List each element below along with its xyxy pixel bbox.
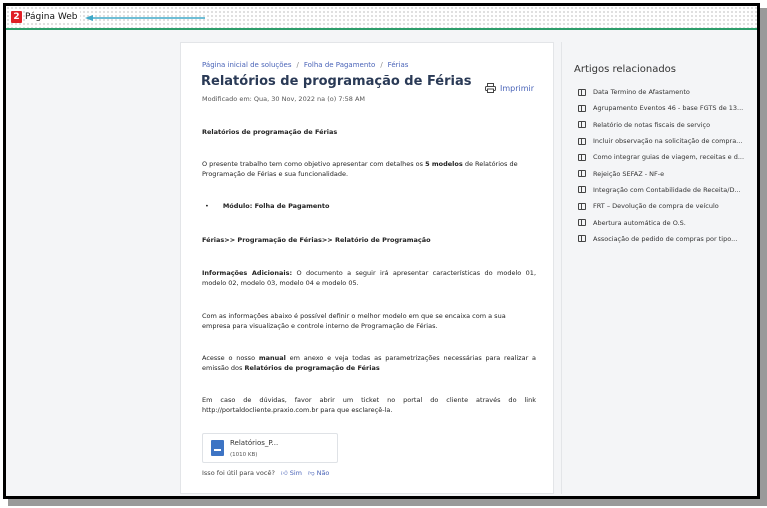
intro-paragraph: O presente trabalho tem como objetivo ap…: [202, 160, 518, 178]
book-icon: [578, 186, 586, 194]
screenshot-frame: 2 Página Web Página inicial de soluções /…: [3, 3, 760, 499]
breadcrumb: Página inicial de soluções / Folha de Paga…: [202, 61, 409, 69]
book-icon: [578, 219, 586, 227]
thumbs-down-icon: 👎︎: [307, 469, 315, 477]
annotation-arrow-icon: [85, 15, 205, 21]
book-icon: [578, 88, 586, 96]
book-icon: [578, 153, 586, 161]
book-icon: [578, 121, 586, 129]
breadcrumb-folha[interactable]: Folha de Pagamento: [304, 61, 375, 69]
book-icon: [578, 104, 586, 112]
related-articles-panel: Artigos relacionados Data Termino de Afa…: [561, 42, 757, 494]
thumbs-up-icon: 👍︎: [280, 469, 288, 477]
book-icon: [578, 202, 586, 210]
breadcrumb-home[interactable]: Página inicial de soluções: [202, 61, 292, 69]
related-item[interactable]: Incluir observação na solicitação de com…: [578, 133, 744, 149]
related-item[interactable]: Abertura automática de O.S.: [578, 214, 744, 230]
related-list: Data Termino de Afastamento Agrupamento …: [578, 84, 744, 247]
screenshot-shadow-right: [760, 8, 767, 506]
breadcrumb-ferias[interactable]: Férias: [388, 61, 409, 69]
attachment-name[interactable]: Relatórios_P...: [230, 439, 278, 447]
section-heading: Relatórios de programação de Férias: [202, 128, 338, 136]
top-bar: 2 Página Web: [6, 6, 757, 30]
menu-path: Férias>> Programação de Férias>> Relatór…: [202, 236, 431, 244]
related-item[interactable]: Relatório de notas fiscais de serviço: [578, 117, 744, 133]
article-panel: Página inicial de soluções / Folha de Paga…: [180, 42, 554, 494]
related-item[interactable]: Rejeição SEFAZ - NF-e: [578, 165, 744, 181]
printer-icon: [485, 83, 496, 93]
attachment-size: (1010 KB): [230, 452, 258, 458]
print-label: Imprimir: [500, 83, 535, 93]
feedback-question: Isso foi útil para você?: [202, 469, 275, 477]
related-item[interactable]: Integração com Contabilidade de Receita/…: [578, 182, 744, 198]
modified-date: Modificado em: Qua, 30 Nov, 2022 na (o) …: [202, 95, 366, 103]
site-title[interactable]: Página Web: [25, 11, 81, 23]
feedback-row: Isso foi útil para você? 👍︎ Sim 👎︎ Não: [202, 469, 329, 477]
related-item[interactable]: Associação de pedido de compras por tipo…: [578, 231, 744, 247]
print-button[interactable]: Imprimir: [485, 83, 534, 93]
feedback-no-button[interactable]: 👎︎ Não: [308, 469, 329, 477]
brand-logo-icon[interactable]: 2: [11, 11, 22, 23]
feedback-yes-button[interactable]: 👍︎ Sim: [281, 469, 302, 477]
manual-paragraph: Acesse o nosso manual em anexo e veja to…: [202, 354, 536, 372]
info-paragraph: Com as informações abaixo é possível def…: [202, 312, 506, 330]
related-item[interactable]: FRT – Devolução de compra de veículo: [578, 198, 744, 214]
document-icon: [211, 440, 224, 456]
related-item[interactable]: Data Termino de Afastamento: [578, 84, 744, 100]
book-icon: [578, 170, 586, 178]
book-icon: [578, 137, 586, 145]
related-item[interactable]: Como integrar guias de viagem, receitas …: [578, 149, 744, 165]
attachment-card[interactable]: Relatórios_P... (1010 KB): [202, 433, 338, 463]
related-item[interactable]: Agrupamento Eventos 46 - base FGTS de 13…: [578, 100, 744, 116]
related-title: Artigos relacionados: [574, 64, 676, 75]
screenshot-shadow: [8, 499, 764, 506]
book-icon: [578, 235, 586, 243]
additional-info: Informações Adicionais: O documento a se…: [202, 269, 537, 287]
page-title: Relatórios de programação de Férias: [201, 74, 472, 89]
module-bullet: • Módulo: Folha de Pagamento: [205, 202, 330, 210]
help-paragraph: Em caso de dúvidas, favor abrir um ticke…: [202, 396, 536, 414]
